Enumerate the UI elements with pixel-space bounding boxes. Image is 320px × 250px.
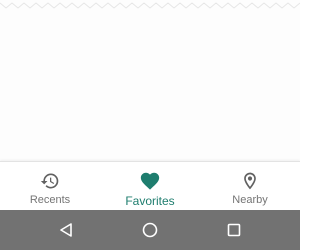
nav-label-recents: Recents [29,194,71,206]
system-navigation-bar [0,210,300,250]
nav-item-recents[interactable]: Recents [0,162,100,211]
recent-apps-button[interactable] [214,210,254,250]
back-button[interactable] [46,210,86,250]
nav-item-nearby[interactable]: Nearby [200,162,300,211]
torn-edge-decoration [0,2,300,9]
home-button[interactable] [130,210,170,250]
nav-label-favorites: Favorites [125,194,175,208]
heart-icon [139,170,161,192]
location-pin-icon [240,171,260,191]
bottom-navigation: Recents Favorites Nearby [0,161,300,211]
home-icon [142,222,158,238]
content-area [0,0,300,161]
nav-label-nearby: Nearby [232,194,268,206]
nav-item-favorites[interactable]: Favorites [100,162,200,211]
back-icon [60,223,72,237]
app-screen: Recents Favorites Nearby [0,0,300,250]
recents-apps-icon [227,223,241,237]
history-icon [40,171,60,191]
